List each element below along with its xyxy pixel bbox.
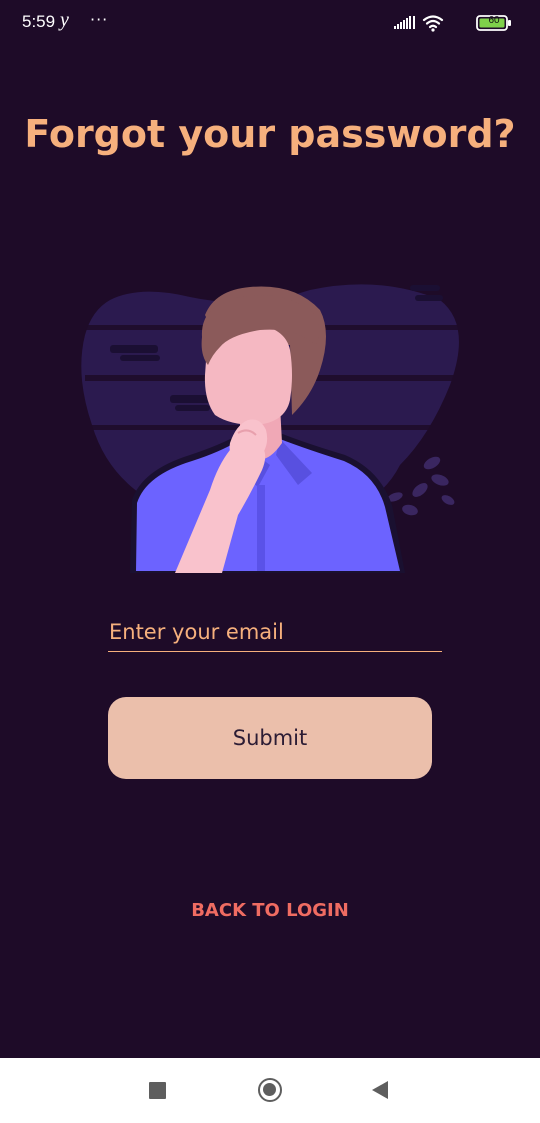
- battery-level: 60: [488, 15, 500, 26]
- email-input[interactable]: [108, 612, 442, 651]
- submit-button[interactable]: Submit: [108, 697, 432, 779]
- system-nav-bar: [0, 1058, 540, 1123]
- back-icon[interactable]: [372, 1081, 388, 1099]
- status-time: 5:59: [22, 12, 56, 31]
- wifi-icon: [422, 15, 444, 32]
- person-thinking-illustration: [81, 284, 465, 573]
- carrier-glyph: y: [60, 9, 69, 31]
- status-bar: 5:59 y ··· 60: [0, 0, 540, 46]
- email-field[interactable]: [108, 612, 442, 652]
- home-icon[interactable]: [258, 1078, 282, 1102]
- status-icons: 60: [372, 13, 512, 33]
- signal-icon: [394, 16, 415, 29]
- back-to-login-link[interactable]: BACK TO LOGIN: [0, 900, 540, 921]
- page-title: Forgot your password?: [24, 112, 516, 156]
- recents-icon[interactable]: [149, 1082, 166, 1099]
- more-notifications-icon: ···: [90, 10, 109, 29]
